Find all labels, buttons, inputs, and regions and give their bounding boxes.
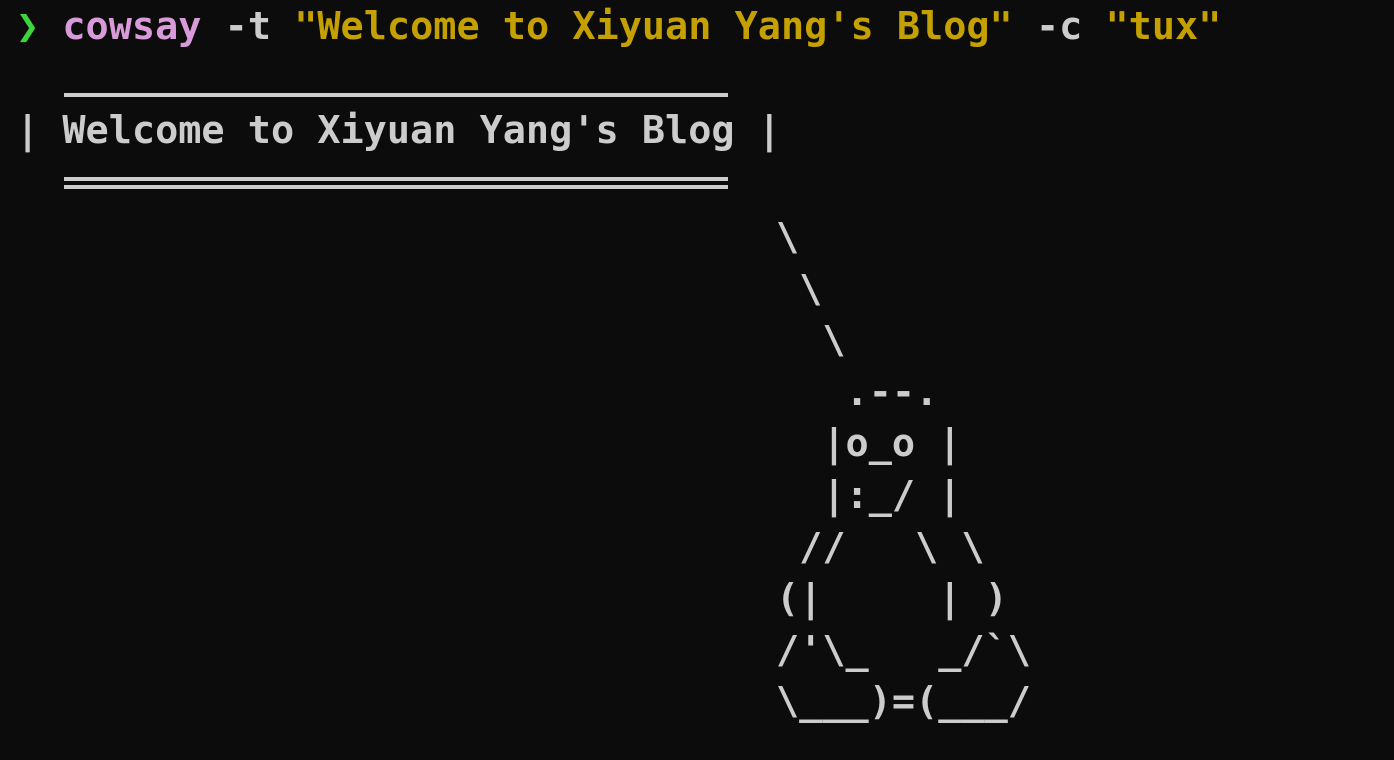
command-text-argument: "Welcome to Xiyuan Yang's Blog" <box>294 4 1013 49</box>
command-flag-t: -t <box>224 4 271 49</box>
tux-penguin-ascii-art: \ \ \ .--. |o_o | |:_/ | // \ \ (| | ) /… <box>776 215 1031 725</box>
command-flag-c: -c <box>1035 4 1083 49</box>
speech-bubble-bottom-border-double <box>64 185 728 189</box>
speech-bubble-bottom-border <box>64 177 728 181</box>
command-line: ❯ cowsay -t "Welcome to Xiyuan Yang's Bl… <box>16 7 1221 47</box>
speech-bubble-top-border <box>64 93 728 97</box>
terminal-window[interactable]: ❯ cowsay -t "Welcome to Xiyuan Yang's Bl… <box>0 0 1394 760</box>
command-program: cowsay <box>62 4 202 49</box>
command-char-argument: "tux" <box>1105 4 1222 49</box>
speech-bubble-text: | Welcome to Xiyuan Yang's Blog | <box>16 108 781 153</box>
prompt-chevron-icon: ❯ <box>16 4 40 49</box>
